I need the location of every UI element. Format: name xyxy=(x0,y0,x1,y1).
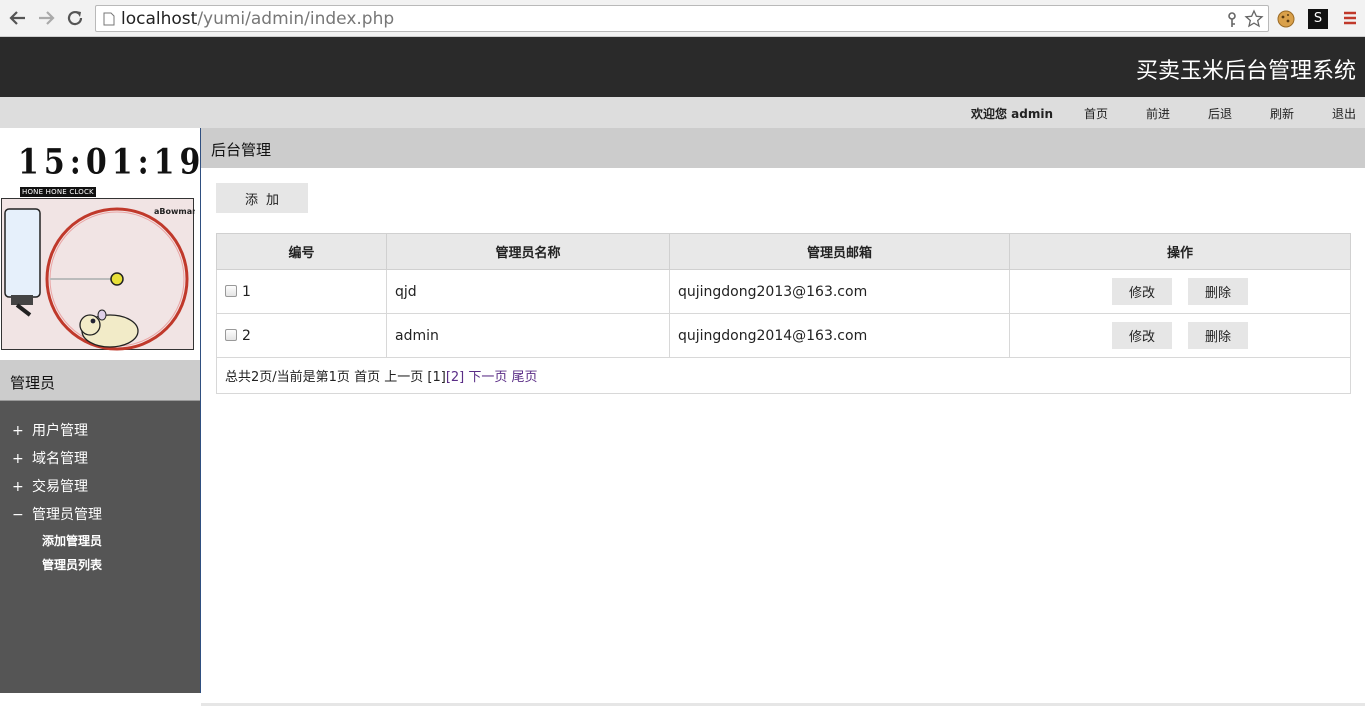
menu-user-management[interactable]: + 用户管理 xyxy=(12,420,88,440)
row-id: 1 xyxy=(242,283,251,300)
add-button[interactable]: 添加 xyxy=(216,183,308,213)
menu-label: 域名管理 xyxy=(32,451,88,467)
top-nav: 欢迎您 admin 首页 前进 后退 刷新 退出 xyxy=(0,97,1365,128)
admin-table: 编号 管理员名称 管理员邮箱 操作 1 qjd qujingdong2013@1… xyxy=(216,233,1351,394)
pager-first: 首页 xyxy=(354,370,381,385)
bookmark-star-icon[interactable] xyxy=(1244,9,1264,33)
widget-tag: aBowman xyxy=(154,207,195,216)
row-name: admin xyxy=(386,313,670,358)
nav-forward-link[interactable]: 前进 xyxy=(1146,105,1170,122)
welcome-text: 欢迎您 admin xyxy=(971,107,1054,121)
clock-widget: 15:01:19 HONE HONE CLOCK aBowman xyxy=(0,128,200,360)
main-title: 后台管理 xyxy=(211,141,272,159)
delete-button[interactable]: 删除 xyxy=(1188,322,1248,349)
url-path: /yumi/admin/index.php xyxy=(197,9,395,29)
row-email: qujingdong2014@163.com xyxy=(669,313,1010,358)
browser-toolbar: localhost/yumi/admin/index.php S xyxy=(0,0,1365,37)
back-icon[interactable] xyxy=(8,8,28,28)
menu-label: 交易管理 xyxy=(32,479,88,495)
app-title: 买卖玉米后台管理系统 xyxy=(1135,59,1356,84)
pager-last[interactable]: 尾页 xyxy=(512,370,538,385)
hamster-wheel-image: aBowman xyxy=(1,198,198,351)
forward-icon[interactable] xyxy=(36,8,56,28)
menu-admin-management[interactable]: − 管理员管理 xyxy=(12,504,102,524)
clock-time: 15:01:19 xyxy=(18,142,206,183)
edit-button[interactable]: 修改 xyxy=(1112,322,1172,349)
menu-label: 用户管理 xyxy=(32,423,88,439)
expand-icon: + xyxy=(12,423,24,439)
url-host: localhost xyxy=(121,9,198,29)
row-id-cell: 2 xyxy=(216,313,387,358)
page-icon xyxy=(103,12,115,30)
pager-page-2[interactable]: [2] xyxy=(446,370,464,385)
main-header: 后台管理 xyxy=(201,128,1365,168)
table-row: 2 admin qujingdong2014@163.com 修改 删除 xyxy=(216,313,1351,358)
address-bar[interactable]: localhost/yumi/admin/index.php xyxy=(95,5,1269,32)
table-header-row: 编号 管理员名称 管理员邮箱 操作 xyxy=(216,233,1351,270)
row-actions: 修改 删除 xyxy=(1009,269,1351,314)
submenu-admin-list[interactable]: 管理员列表 xyxy=(42,556,102,573)
col-name-header: 管理员名称 xyxy=(386,233,670,270)
pager-current: [1] xyxy=(427,370,446,385)
pager-summary: 总共2页/当前是第1页 xyxy=(225,370,350,385)
collapse-icon: − xyxy=(12,507,24,523)
nav-back-link[interactable]: 后退 xyxy=(1208,105,1232,122)
nav-logout-link[interactable]: 退出 xyxy=(1332,105,1356,122)
expand-icon: + xyxy=(12,479,24,495)
col-id-header: 编号 xyxy=(216,233,387,270)
cookie-extension-icon[interactable] xyxy=(1276,9,1296,29)
menu-label: 管理员管理 xyxy=(32,507,102,523)
nav-refresh-link[interactable]: 刷新 xyxy=(1270,105,1294,122)
clock-caption: HONE HONE CLOCK xyxy=(20,187,96,197)
edit-button[interactable]: 修改 xyxy=(1112,278,1172,305)
col-actions-header: 操作 xyxy=(1009,233,1351,270)
app-header: 买卖玉米后台管理系统 xyxy=(0,37,1365,97)
sidebar-title-text: 管理员 xyxy=(10,374,56,392)
url-text: localhost/yumi/admin/index.php xyxy=(121,9,394,29)
row-checkbox[interactable] xyxy=(225,284,237,297)
row-name: qjd xyxy=(386,269,670,314)
s-extension-icon[interactable]: S xyxy=(1308,9,1328,29)
delete-button[interactable]: 删除 xyxy=(1188,278,1248,305)
col-email-header: 管理员邮箱 xyxy=(669,233,1010,270)
row-id-cell: 1 xyxy=(216,269,387,314)
nav-home-link[interactable]: 首页 xyxy=(1084,105,1108,122)
submenu-add-admin[interactable]: 添加管理员 xyxy=(42,532,102,549)
sidebar: 15:01:19 HONE HONE CLOCK aBowman 管理员 + 用户… xyxy=(0,128,201,693)
menu-domain-management[interactable]: + 域名管理 xyxy=(12,448,88,468)
reload-icon[interactable] xyxy=(65,8,85,28)
row-checkbox[interactable] xyxy=(225,328,237,341)
expand-icon: + xyxy=(12,451,24,467)
row-id: 2 xyxy=(242,327,251,344)
sidebar-title: 管理员 xyxy=(0,360,200,401)
row-actions: 修改 删除 xyxy=(1009,313,1351,358)
table-row: 1 qjd qujingdong2013@163.com 修改 删除 xyxy=(216,269,1351,314)
pager-prev: 上一页 xyxy=(384,370,424,385)
menu-icon[interactable] xyxy=(1342,9,1362,29)
key-icon[interactable] xyxy=(1226,12,1238,32)
pager: 总共2页/当前是第1页 首页 上一页 [1][2] 下一页 尾页 xyxy=(216,357,1351,394)
menu-trade-management[interactable]: + 交易管理 xyxy=(12,476,88,496)
pager-next[interactable]: 下一页 xyxy=(468,370,507,385)
pager-row: 总共2页/当前是第1页 首页 上一页 [1][2] 下一页 尾页 xyxy=(216,357,1351,394)
row-email: qujingdong2013@163.com xyxy=(669,269,1010,314)
